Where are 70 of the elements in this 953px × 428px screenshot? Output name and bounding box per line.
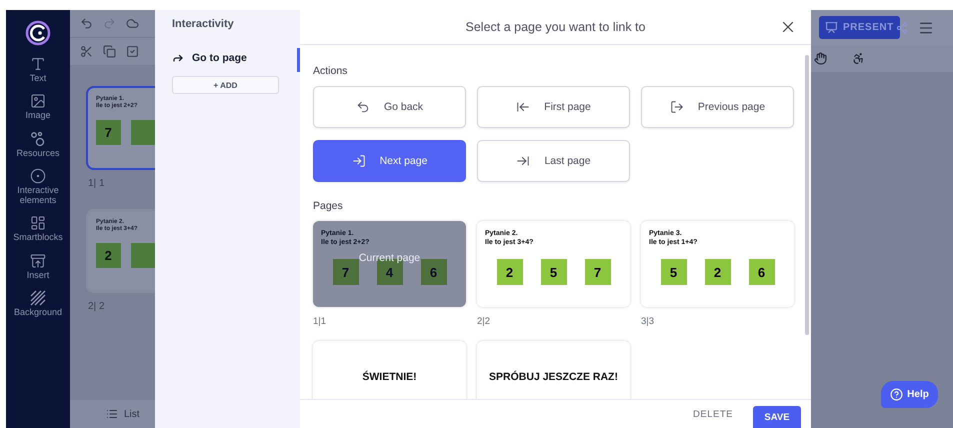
forward-arrow-icon [172, 52, 184, 64]
answer-tile: 2 [704, 259, 730, 286]
image-icon [30, 93, 46, 110]
page-card[interactable]: SPRÓBUJ JESZCZE RAZ! [477, 341, 630, 399]
help-button[interactable]: Help [881, 381, 938, 408]
undo-icon[interactable] [80, 17, 93, 30]
action-button[interactable]: First page [477, 86, 630, 128]
answer-tile [130, 120, 155, 146]
answer-tile [130, 243, 155, 268]
answer-tile: 5 [660, 259, 686, 286]
section-label: Actions [313, 65, 348, 77]
answer-tile: 7 [96, 120, 120, 146]
share-icon[interactable] [896, 22, 908, 34]
checkbox-icon[interactable] [126, 45, 139, 58]
answer-tile: 2 [96, 243, 120, 268]
present-button[interactable]: PRESENT [819, 16, 900, 39]
action-button[interactable]: Go back [313, 86, 466, 128]
save-button[interactable]: SAVE [753, 406, 801, 428]
page-message: ŚWIETNIE! [361, 371, 418, 384]
accessibility-icon[interactable] [852, 52, 865, 65]
answer-tile: 7 [584, 259, 610, 286]
cloud-icon[interactable] [126, 17, 139, 30]
back-icon [356, 100, 370, 114]
section-label: Pages [313, 200, 344, 212]
sidebar-item[interactable]: Image [7, 93, 69, 121]
delete-button[interactable]: DELETE [687, 408, 739, 420]
page-number: 2|2 [477, 316, 492, 327]
cut-icon[interactable] [80, 45, 93, 58]
logo-icon [25, 20, 51, 46]
answer-tile: 7 [332, 259, 358, 286]
hatch-icon [30, 290, 46, 306]
dialog-title: Select a page you want to link to [466, 20, 646, 34]
page-card[interactable]: ŚWIETNIE! [313, 341, 466, 399]
panel-title: Interactivity [172, 18, 235, 30]
sidebar-item[interactable]: Smartblocks [7, 215, 69, 243]
menu-icon[interactable] [918, 20, 934, 36]
page-message: SPRÓBUJ JESZCZE RAZ! [488, 371, 618, 384]
page-number: 1| 1 [88, 178, 106, 189]
sidebar-item[interactable]: Insert [7, 252, 69, 280]
scrollbar[interactable] [805, 55, 809, 335]
page-number: 2| 2 [88, 301, 106, 312]
first-icon [516, 100, 530, 114]
circles-icon [30, 130, 46, 147]
list-button[interactable]: List [70, 400, 155, 428]
next-icon [352, 154, 366, 168]
add-button[interactable]: + ADD [172, 76, 279, 94]
last-icon [516, 154, 530, 168]
answer-tile: 6 [748, 259, 774, 286]
tray-icon [30, 252, 46, 269]
page-number: 1|1 [313, 316, 328, 327]
presentation-icon [825, 21, 838, 34]
answer-tile: 5 [540, 259, 566, 286]
action-button[interactable]: Previous page [641, 86, 794, 128]
answer-tile: 2 [496, 259, 522, 286]
target-icon [30, 168, 46, 184]
action-item[interactable]: Go to page [172, 52, 280, 64]
previous-icon [670, 100, 684, 114]
sidebar-item[interactable]: Interactive elements [7, 168, 69, 206]
action-button[interactable]: Last page [477, 140, 630, 182]
answer-tile: 6 [420, 259, 446, 286]
sidebar-item[interactable]: Background [7, 290, 69, 318]
action-button[interactable]: Next page [313, 140, 466, 182]
hand-icon[interactable] [814, 52, 827, 65]
sidebar-item[interactable]: Resources [7, 130, 69, 158]
blocks-icon [30, 215, 46, 232]
copy-icon[interactable] [103, 45, 116, 58]
letter-icon [30, 56, 46, 72]
page-number: 3|3 [641, 316, 656, 327]
sidebar-item[interactable]: Text [7, 56, 69, 84]
help-icon [890, 388, 904, 401]
